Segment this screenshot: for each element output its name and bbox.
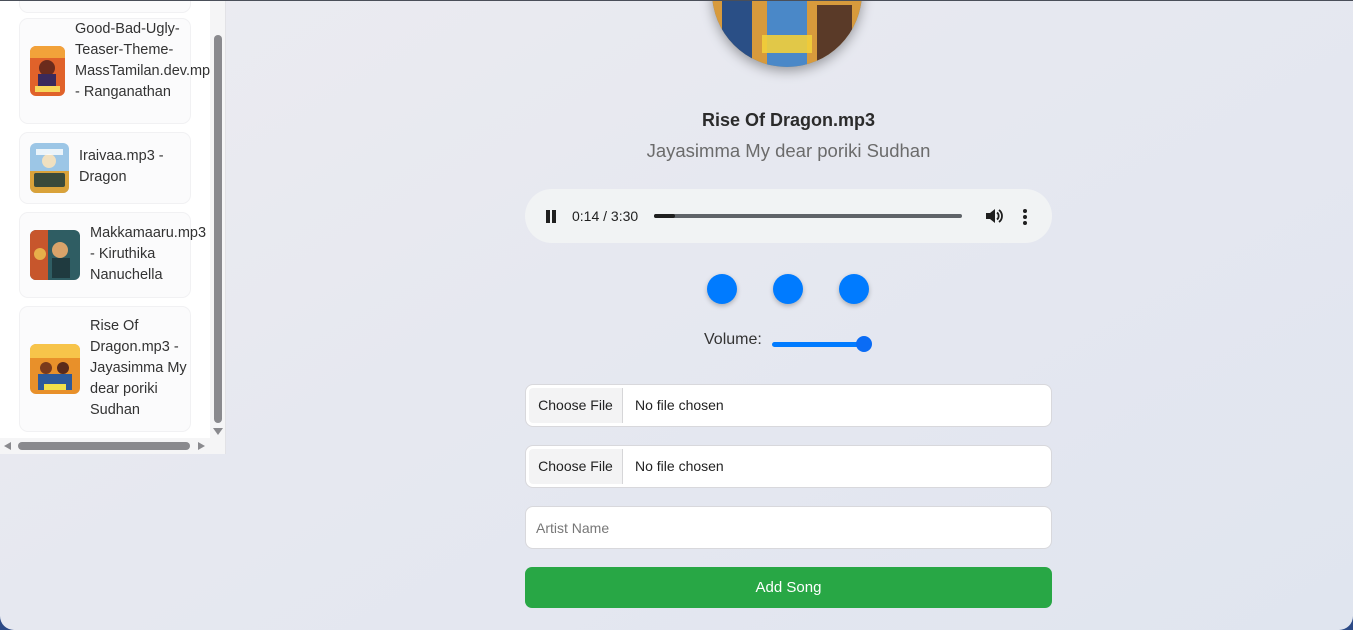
song-thumbnail [30, 143, 69, 193]
song-label: Rise Of Dragon.mp3 - Jayasimma My dear p… [90, 318, 187, 418]
song-artist: Jayasimma My dear poriki Sudhan [646, 140, 931, 161]
cover-file-input[interactable]: Choose File No file chosen [525, 445, 1052, 488]
scroll-right-icon[interactable] [198, 442, 205, 450]
volume-icon[interactable] [985, 208, 1003, 224]
volume-label: Volume: [704, 331, 762, 348]
volume-slider[interactable] [772, 336, 873, 352]
audio-file-input[interactable]: Choose File No file chosen [525, 384, 1052, 427]
song-label: Makkamaaru.mp3 - Kiruthika Nanuchella [90, 225, 207, 283]
next-button[interactable] [839, 274, 869, 304]
audio-player: 0:14 / 3:30 [525, 189, 1052, 243]
song-label: Iraivaa.mp3 - Dragon [79, 148, 164, 185]
list-item[interactable]: Makkamaaru.mp3 - Kiruthika Nanuchella [20, 213, 206, 297]
more-vertical-icon[interactable] [1023, 209, 1027, 225]
choose-file-button[interactable]: Choose File [529, 449, 623, 484]
file-status: No file chosen [635, 458, 724, 474]
volume-slider-fill [772, 342, 865, 347]
seek-bar[interactable] [654, 214, 962, 218]
previous-button[interactable] [707, 274, 737, 304]
song-thumbnail [30, 46, 65, 96]
scroll-corner [210, 438, 225, 454]
vertical-scrollbar[interactable] [210, 1, 225, 438]
playlist-sidebar: Good-Bad-Ugly-Teaser-Theme-MassTamilan.d… [0, 1, 226, 454]
list-item[interactable] [20, 1, 190, 12]
seek-progress [654, 214, 675, 218]
app-page: Good-Bad-Ugly-Teaser-Theme-MassTamilan.d… [0, 0, 1353, 630]
song-title: Rise Of Dragon.mp3 [701, 110, 876, 130]
scroll-left-icon[interactable] [4, 442, 11, 450]
list-item[interactable]: Good-Bad-Ugly-Teaser-Theme-MassTamilan.d… [20, 19, 210, 123]
album-art [712, 1, 862, 67]
time-display: 0:14 / 3:30 [572, 208, 639, 224]
scroll-down-icon[interactable] [213, 428, 223, 435]
list-item[interactable]: Rise Of Dragon.mp3 - Jayasimma My dear p… [20, 307, 190, 431]
add-song-button[interactable]: Add Song [525, 567, 1052, 608]
playlist: Good-Bad-Ugly-Teaser-Theme-MassTamilan.d… [0, 1, 210, 438]
song-thumbnail [30, 344, 80, 394]
artist-name-input[interactable] [525, 506, 1052, 549]
play-pause-button[interactable] [773, 274, 803, 304]
choose-file-button[interactable]: Choose File [529, 388, 623, 423]
vertical-scroll-thumb[interactable] [214, 35, 222, 423]
pause-icon[interactable] [545, 210, 557, 223]
volume-slider-knob[interactable] [856, 336, 873, 352]
song-thumbnail [30, 230, 80, 280]
list-item[interactable]: Iraivaa.mp3 - Dragon [20, 133, 190, 203]
file-status: No file chosen [635, 397, 724, 413]
horizontal-scroll-thumb[interactable] [18, 442, 190, 450]
song-label: Good-Bad-Ugly-Teaser-Theme-MassTamilan.d… [75, 21, 210, 100]
horizontal-scrollbar[interactable] [0, 438, 210, 454]
